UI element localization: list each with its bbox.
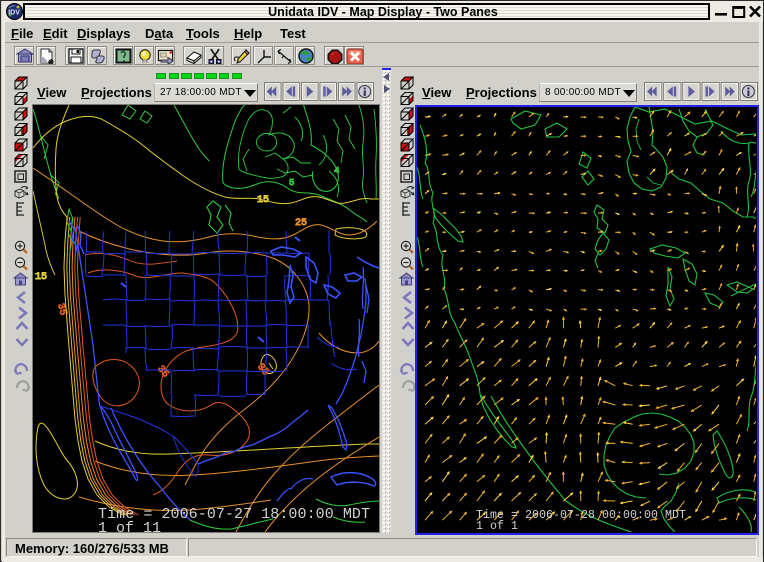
svg-text:4: 4 (334, 166, 339, 176)
svg-text:1 of 1: 1 of 1 (476, 520, 518, 532)
svg-text:35: 35 (254, 362, 270, 378)
svg-text:5: 5 (289, 178, 294, 188)
svg-text:25: 25 (295, 218, 307, 229)
svg-text:15: 15 (257, 195, 269, 206)
svg-text:1 of 11: 1 of 11 (98, 520, 161, 532)
svg-text:15: 15 (35, 272, 47, 283)
